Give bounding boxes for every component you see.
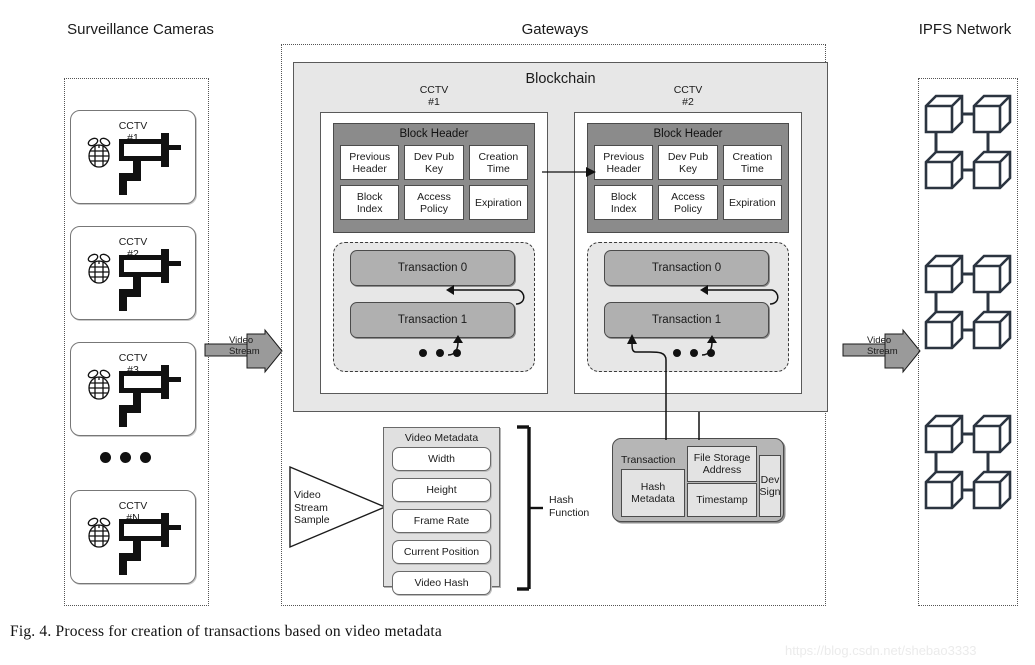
- video-metadata-title: Video Metadata: [404, 432, 479, 444]
- block-header-1: Block Header Previous Header Dev Pub Key…: [333, 123, 535, 233]
- camera-card-3[interactable]: CCTV #3: [70, 342, 196, 436]
- block-header-title-2: Block Header: [653, 128, 723, 140]
- metadata-item-current-position[interactable]: Current Position: [392, 540, 491, 564]
- block-header-grid-1: Previous Header Dev Pub Key Creation Tim…: [334, 140, 534, 226]
- gateways-column-title: Gateways: [521, 21, 589, 38]
- hash-to-transaction-connector: [696, 412, 702, 440]
- left-video-stream-label: Video Stream: [229, 335, 260, 357]
- cameras-column-title: Surveillance Cameras: [67, 21, 214, 38]
- ipfs-column-title: IPFS Network: [918, 21, 1012, 38]
- hash-function-bracket: [515, 425, 545, 591]
- txd-timestamp: Timestamp: [687, 483, 757, 517]
- bh-cell-dev-pub-key: Dev Pub Key: [658, 145, 718, 180]
- video-metadata-panel: Video Metadata Width Height Frame Rate C…: [383, 427, 500, 595]
- block-caption-1: CCTV #1: [419, 84, 449, 108]
- raspberry-pi-icon: [84, 251, 114, 285]
- camera-card-n[interactable]: CCTV #N: [70, 490, 196, 584]
- cctv-camera-icon: [111, 513, 183, 577]
- hash-function-label: Hash Function: [549, 494, 590, 519]
- bh-cell-block-index: Block Index: [340, 185, 400, 220]
- blockchain-title: Blockchain: [525, 71, 596, 87]
- metadata-item-video-hash[interactable]: Video Hash: [392, 571, 491, 595]
- bh-cell-creation-time: Creation Time: [722, 145, 782, 180]
- bh-cell-expiration: Expiration: [722, 185, 782, 220]
- raspberry-pi-icon: [84, 367, 114, 401]
- block-link-arrow: [542, 160, 598, 184]
- bh-cell-previous-header: Previous Header: [340, 145, 400, 180]
- cctv-camera-icon: [111, 249, 183, 313]
- bh-cell-dev-pub-key: Dev Pub Key: [404, 145, 464, 180]
- transaction-detail-uplink-arrow: [620, 330, 690, 442]
- metadata-item-frame-rate[interactable]: Frame Rate: [392, 509, 491, 533]
- cctv-camera-icon: [111, 365, 183, 429]
- block-caption-2: CCTV #2: [673, 84, 703, 108]
- bh-cell-previous-header: Previous Header: [594, 145, 654, 180]
- watermark: https://blog.csdn.net/shebao3333: [785, 643, 977, 658]
- figure-caption: Fig. 4. Process for creation of transact…: [10, 623, 442, 640]
- txd-file-storage-address: File Storage Address: [687, 446, 757, 482]
- bh-cell-access-policy: Access Policy: [404, 185, 464, 220]
- bh-cell-block-index: Block Index: [594, 185, 654, 220]
- right-video-stream-label: Video Stream: [867, 335, 898, 357]
- txd-dev-sign: Dev Sign: [759, 455, 781, 517]
- transaction-detail-box: Transaction Hash Metadata File Storage A…: [612, 438, 784, 522]
- metadata-item-width[interactable]: Width: [392, 447, 491, 471]
- block-header-grid-2: Previous Header Dev Pub Key Creation Tim…: [588, 140, 788, 226]
- metadata-item-height[interactable]: Height: [392, 478, 491, 502]
- bh-cell-access-policy: Access Policy: [658, 185, 718, 220]
- bh-cell-expiration: Expiration: [468, 185, 528, 220]
- ipfs-node-graph: [922, 92, 1014, 592]
- block-header-2: Block Header Previous Header Dev Pub Key…: [587, 123, 789, 233]
- txd-hash-metadata: Hash Metadata: [621, 469, 685, 517]
- cameras-ellipsis: [100, 452, 151, 463]
- bh-cell-creation-time: Creation Time: [468, 145, 528, 180]
- transaction-chain-arrows-1: [330, 240, 540, 375]
- video-stream-sample-label: Video Stream Sample: [294, 489, 330, 526]
- raspberry-pi-icon: [84, 135, 114, 169]
- raspberry-pi-icon: [84, 515, 114, 549]
- camera-card-2[interactable]: CCTV #2: [70, 226, 196, 320]
- camera-card-1[interactable]: CCTV #1: [70, 110, 196, 204]
- block-header-title-1: Block Header: [399, 128, 469, 140]
- transaction-detail-title: Transaction: [621, 454, 676, 466]
- cctv-camera-icon: [111, 133, 183, 197]
